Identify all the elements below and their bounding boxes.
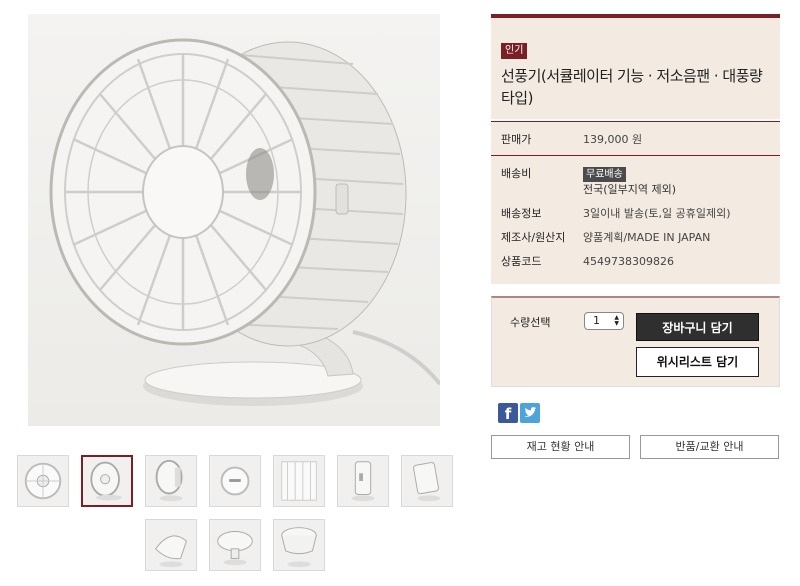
detail-label: 상품코드 — [501, 255, 542, 268]
quantity-label: 수량선택 — [510, 316, 551, 329]
quantity-select[interactable]: 1 ▲ ▼ — [584, 312, 624, 330]
detail-value: 무료배송 전국(일부지역 제외) — [583, 166, 676, 198]
thumbnail-4[interactable] — [209, 455, 261, 507]
detail-value: 3일이내 발송(토,일 공휴일제외) — [583, 207, 731, 220]
twitter-icon[interactable] — [520, 403, 540, 423]
thumbnail-6[interactable] — [337, 455, 389, 507]
thumbnail-1[interactable] — [17, 455, 69, 507]
thumbnail-5[interactable] — [273, 455, 325, 507]
thumbnail-2[interactable] — [81, 455, 133, 507]
main-product-image — [28, 14, 440, 426]
order-box: 수량선택 1 ▲ ▼ 장바구니 담기 위시리스트 담기 — [491, 296, 780, 387]
thumbnail-9[interactable] — [209, 519, 261, 571]
add-to-cart-button[interactable]: 장바구니 담기 — [636, 313, 759, 341]
shipping-area: 전국(일부지역 제외) — [583, 183, 677, 196]
price-row: 판매가 139,000 원 — [491, 121, 780, 156]
detail-value: 양품계획/MADE IN JAPAN — [583, 231, 711, 244]
thumbnail-7[interactable] — [401, 455, 453, 507]
quantity-value: 1 — [593, 314, 600, 327]
product-details: 배송비 무료배송 전국(일부지역 제외) 배송정보 3일이내 발송(토,일 공휴… — [491, 156, 780, 284]
thumbnail-10[interactable] — [273, 519, 325, 571]
detail-label: 배송비 — [501, 167, 532, 180]
thumbnail-8[interactable] — [145, 519, 197, 571]
popular-badge: 인기 — [501, 43, 528, 59]
price-label: 판매가 — [501, 132, 532, 146]
product-info-panel: 인기 선풍기(서큘레이터 기능 · 저소음팬 · 대풍량타입) 판매가 139,… — [491, 14, 780, 284]
detail-row-shipping-fee: 배송비 무료배송 전국(일부지역 제외) — [501, 166, 770, 198]
return-exchange-button[interactable]: 반품/교환 안내 — [640, 435, 779, 459]
detail-row-product-code: 상품코드 4549738309826 — [501, 254, 770, 270]
detail-label: 배송정보 — [501, 207, 542, 220]
product-title: 선풍기(서큘레이터 기능 · 저소음팬 · 대풍량타입) — [501, 67, 763, 107]
free-shipping-badge: 무료배송 — [583, 167, 626, 182]
detail-value: 4549738309826 — [583, 255, 674, 268]
detail-row-shipping-info: 배송정보 3일이내 발송(토,일 공휴일제외) — [501, 206, 770, 222]
thumbnail-3[interactable] — [145, 455, 197, 507]
stock-status-button[interactable]: 재고 현황 안내 — [491, 435, 630, 459]
detail-row-manufacturer: 제조사/원산지 양품계획/MADE IN JAPAN — [501, 230, 770, 246]
product-header: 인기 선풍기(서큘레이터 기능 · 저소음팬 · 대풍량타입) — [491, 14, 780, 119]
add-to-wishlist-button[interactable]: 위시리스트 담기 — [636, 347, 759, 377]
social-share: f — [498, 403, 540, 423]
facebook-icon[interactable]: f — [498, 403, 518, 423]
detail-label: 제조사/원산지 — [501, 231, 566, 244]
up-down-arrows-icon: ▲ ▼ — [614, 314, 619, 327]
price-value: 139,000 원 — [583, 132, 643, 146]
